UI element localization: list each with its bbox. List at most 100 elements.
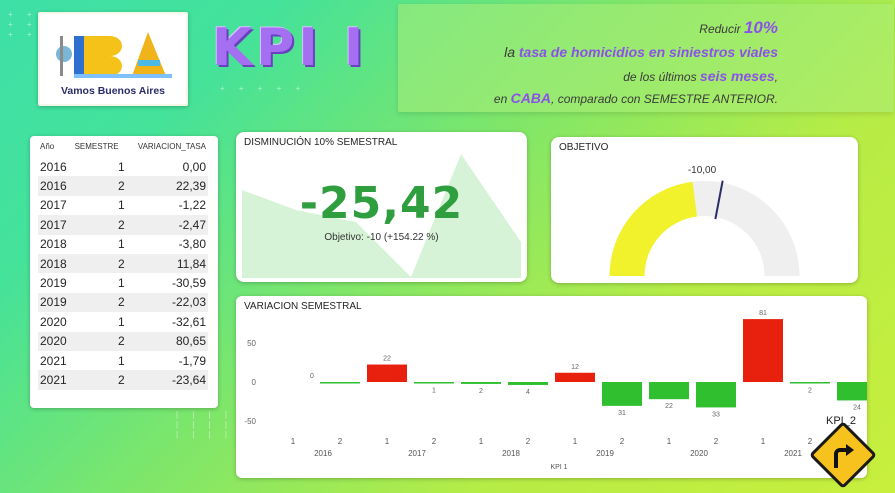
cell-variacion: -1,22: [178, 198, 206, 213]
cell-variacion: -3,80: [178, 237, 206, 252]
bar: [555, 372, 595, 382]
data-label: 0: [310, 373, 314, 380]
cell-year: 2018: [40, 237, 67, 252]
bar: [837, 382, 867, 401]
table-row[interactable]: 2019 2 -22,03: [38, 292, 208, 313]
column-header-variacion[interactable]: VARIACION_TASA: [127, 142, 208, 157]
variacion-card: VARIACION SEMESTRAL 50 0 -50 0 1 22 2 1 1 2 2 4 1 12 2…: [236, 296, 867, 478]
table-row[interactable]: 2018 1 -3,80: [38, 235, 208, 254]
x-tick-label: 2: [432, 437, 437, 446]
check-icon: ✓: [442, 202, 453, 216]
page-title: KPI I: [212, 18, 368, 78]
turn-right-arrow-icon: [834, 444, 854, 468]
bar: [461, 382, 501, 384]
year-label: 2019: [596, 449, 614, 458]
cell-variacion: 22,39: [126, 176, 208, 196]
cell-semester: 1: [117, 237, 125, 252]
banner-line-1: Reducir 10%: [699, 18, 778, 37]
x-tick-label: 2: [714, 437, 719, 446]
gauge-fill: [609, 181, 697, 276]
logo-card: Vamos Buenos Aires: [38, 12, 188, 106]
table-row[interactable]: 2021 2 -23,64: [38, 370, 208, 390]
x-tick-label: 1: [667, 437, 672, 446]
cell-semester: 2: [72, 292, 127, 313]
column-header-semester[interactable]: SEMESTRE: [73, 142, 127, 157]
table-row[interactable]: 2020 1 -32,61: [38, 312, 208, 331]
x-tick-label: 1: [291, 437, 296, 446]
cell-year: 2017: [38, 215, 73, 235]
cell-year: 2021: [40, 353, 67, 368]
kpi-goal-text: Objetivo: -10 (+154.22 %): [324, 232, 439, 243]
cell-semester: 1: [117, 276, 125, 291]
data-label: 22: [665, 403, 673, 410]
banner-line-3: de los últimos seis meses,: [623, 68, 778, 84]
x-tick-label: 1: [385, 437, 390, 446]
data-label: 33: [712, 411, 720, 418]
objetivo-card: OBJETIVO -10,00: [551, 137, 858, 283]
data-label: 4: [526, 389, 530, 396]
data-label: 12: [571, 364, 579, 371]
cell-semester: 1: [117, 314, 125, 329]
column-header-year[interactable]: Año: [38, 142, 73, 157]
cell-year: 2017: [40, 198, 67, 213]
y-tick-label: 50: [247, 339, 256, 348]
variacion-bar-chart: 500-500122211224112231122233181221242201…: [244, 310, 867, 471]
bar: [743, 319, 783, 382]
x-axis-title: KPI 1: [550, 464, 567, 471]
decorative-dots: + + + + +: [220, 84, 307, 93]
cell-semester: 1: [117, 198, 125, 213]
y-tick-label: -50: [244, 417, 256, 426]
bar: [508, 382, 548, 385]
data-label: 22: [383, 356, 391, 363]
cell-year: 2020: [38, 331, 73, 351]
data-label: 81: [759, 310, 767, 317]
cell-semester: 2: [72, 215, 127, 235]
cell-variacion: 80,65: [126, 331, 208, 351]
cell-variacion: 0,00: [182, 159, 206, 174]
x-tick-label: 1: [479, 437, 484, 446]
cell-year: 2019: [38, 292, 73, 313]
gauge-chart: -10,00: [609, 165, 800, 276]
year-label: 2018: [502, 449, 520, 458]
bar: [696, 382, 736, 408]
year-label: 2017: [408, 449, 426, 458]
year-label: 2021: [784, 449, 802, 458]
cell-year: 2021: [38, 370, 73, 390]
gauge-target-label: -10,00: [688, 165, 717, 176]
table-row[interactable]: 2017 2 -2,47: [38, 215, 208, 235]
cell-variacion: -22,03: [126, 292, 208, 313]
disminucion-title: DISMINUCIÓN 10% SEMESTRAL: [244, 137, 398, 148]
cell-year: 2019: [40, 276, 67, 291]
cell-variacion: -32,61: [171, 314, 206, 329]
banner-line-4: en CABA, comparado con SEMESTRE ANTERIOR…: [493, 90, 778, 106]
table-row[interactable]: 2019 1 -30,59: [38, 273, 208, 292]
bar: [367, 364, 407, 382]
cell-variacion: -30,59: [171, 276, 206, 291]
cell-year: 2016: [38, 176, 73, 196]
x-tick-label: 1: [573, 437, 578, 446]
data-label: 31: [618, 410, 626, 417]
cell-semester: 2: [72, 176, 127, 196]
table-row[interactable]: 2020 2 80,65: [38, 331, 208, 351]
cell-semester: 2: [72, 331, 127, 351]
table-row[interactable]: 2021 1 -1,79: [38, 351, 208, 370]
bar: [790, 382, 830, 384]
cell-year: 2020: [40, 314, 67, 329]
data-label: 2: [808, 388, 812, 395]
table-row[interactable]: 2017 1 -1,22: [38, 196, 208, 215]
table-row[interactable]: 2018 2 11,84: [38, 253, 208, 274]
cell-year: 2016: [40, 159, 67, 174]
x-tick-label: 2: [526, 437, 531, 446]
disminucion-card: DISMINUCIÓN 10% SEMESTRAL -25,42 ✓ Objet…: [236, 132, 527, 282]
bar: [649, 382, 689, 400]
table-row[interactable]: 2016 1 0,00: [38, 157, 208, 176]
bar: [602, 382, 642, 406]
year-label: 2016: [314, 449, 332, 458]
cell-semester: 2: [72, 370, 127, 390]
data-label: 24: [853, 404, 861, 411]
table-row[interactable]: 2016 2 22,39: [38, 176, 208, 196]
data-label: 2: [479, 388, 483, 395]
cell-semester: 1: [117, 353, 125, 368]
data-label: 1: [432, 388, 436, 395]
x-tick-label: 2: [620, 437, 625, 446]
